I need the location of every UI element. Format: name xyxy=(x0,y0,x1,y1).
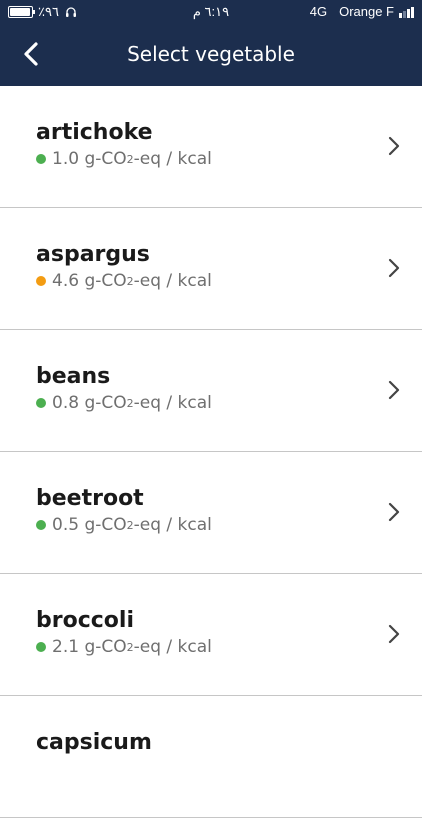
page-title: Select vegetable xyxy=(127,42,295,66)
emission-unit-prefix: g-CO xyxy=(84,637,127,657)
emission-unit-suffix: -eq / kcal xyxy=(133,271,212,291)
emission-unit-suffix: -eq / kcal xyxy=(133,393,212,413)
emission-unit-subscript: 2 xyxy=(126,518,134,532)
emission-unit-subscript: 2 xyxy=(126,152,134,166)
chevron-right-icon xyxy=(388,624,400,644)
signal-strength-icon xyxy=(398,6,414,18)
vegetable-name: broccoli xyxy=(36,608,134,633)
chevron-right-icon xyxy=(388,380,400,400)
emission-value: 2.1 g-CO 2 -eq / kcal xyxy=(36,637,212,657)
emission-level-dot xyxy=(36,276,46,286)
carrier-name: Orange F xyxy=(339,4,394,19)
emission-value: 4.6 g-CO 2 -eq / kcal xyxy=(36,271,212,291)
emission-value: 0.5 g-CO 2 -eq / kcal xyxy=(36,515,212,535)
emission-unit-prefix: g-CO xyxy=(84,149,127,169)
list-item[interactable]: broccoli 2.1 g-CO 2 -eq / kcal xyxy=(0,574,422,696)
emission-number: 1.0 xyxy=(52,149,80,169)
list-item[interactable]: beetroot 0.5 g-CO 2 -eq / kcal xyxy=(0,452,422,574)
vegetable-list: artichoke 1.0 g-CO 2 -eq / kcal aspargus 4.6 … xyxy=(0,86,422,818)
emission-unit-suffix: -eq / kcal xyxy=(133,515,212,535)
emission-level-dot xyxy=(36,642,46,652)
status-right: 4G Orange F xyxy=(310,4,414,19)
emission-unit-subscript: 2 xyxy=(126,274,134,288)
vegetable-name: beans xyxy=(36,364,111,389)
emission-unit-subscript: 2 xyxy=(126,396,134,410)
chevron-right-icon xyxy=(388,258,400,278)
navigation-bar: Select vegetable xyxy=(0,24,422,86)
emission-number: 2.1 xyxy=(52,637,80,657)
list-item[interactable]: beans 0.8 g-CO 2 -eq / kcal xyxy=(0,330,422,452)
network-type: 4G xyxy=(309,4,328,19)
vegetable-name: capsicum xyxy=(36,730,152,755)
list-item[interactable]: artichoke 1.0 g-CO 2 -eq / kcal xyxy=(0,86,422,208)
emission-unit-prefix: g-CO xyxy=(84,271,127,291)
emission-unit-suffix: -eq / kcal xyxy=(133,637,212,657)
vegetable-name: artichoke xyxy=(36,120,153,145)
status-bar: ٪٩٦ ٦:١٩ م 4G Orange F xyxy=(0,0,422,24)
list-item[interactable]: aspargus 4.6 g-CO 2 -eq / kcal xyxy=(0,208,422,330)
vegetable-name: beetroot xyxy=(36,486,144,511)
emission-level-dot xyxy=(36,398,46,408)
emission-unit-prefix: g-CO xyxy=(84,393,127,413)
emission-unit-subscript: 2 xyxy=(126,640,134,654)
emission-unit-prefix: g-CO xyxy=(84,515,127,535)
emission-level-dot xyxy=(36,520,46,530)
emission-number: 0.5 xyxy=(52,515,80,535)
chevron-right-icon xyxy=(388,502,400,522)
emission-number: 4.6 xyxy=(52,271,80,291)
emission-level-dot xyxy=(36,154,46,164)
list-item[interactable]: capsicum xyxy=(0,696,422,818)
chevron-right-icon xyxy=(388,136,400,156)
emission-value: 1.0 g-CO 2 -eq / kcal xyxy=(36,149,212,169)
emission-number: 0.8 xyxy=(52,393,80,413)
app-header: ٪٩٦ ٦:١٩ م 4G Orange F Select vegetable xyxy=(0,0,422,86)
emission-value: 0.8 g-CO 2 -eq / kcal xyxy=(36,393,212,413)
vegetable-name: aspargus xyxy=(36,242,150,267)
emission-unit-suffix: -eq / kcal xyxy=(133,149,212,169)
